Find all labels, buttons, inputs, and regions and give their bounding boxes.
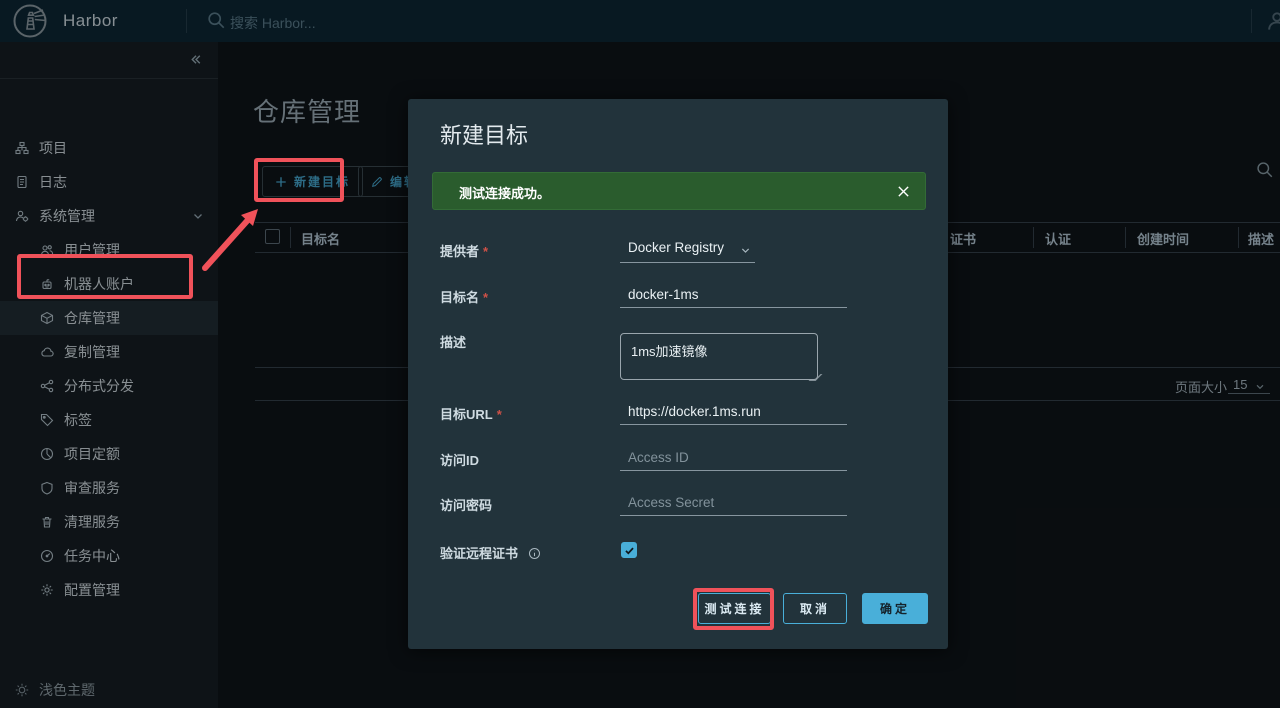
close-icon[interactable]	[897, 185, 910, 198]
ok-button[interactable]: 确定	[862, 593, 928, 624]
description-label: 描述	[440, 332, 466, 351]
harbor-app: Harbor 搜索 Harbor... 项目 日志	[0, 0, 1280, 708]
alert-message: 测试连接成功。	[459, 183, 550, 202]
access-id-input[interactable]	[620, 445, 847, 471]
target-name-label: 目标名*	[440, 287, 488, 306]
target-name-input[interactable]	[620, 282, 847, 308]
required-marker: *	[483, 244, 488, 259]
verify-cert-checkbox[interactable]	[621, 542, 637, 558]
modal-title: 新建目标	[440, 118, 528, 150]
required-marker: *	[497, 407, 502, 422]
verify-cert-label: 验证远程证书	[440, 543, 541, 562]
provider-label: 提供者*	[440, 241, 488, 260]
success-alert: 测试连接成功。	[432, 172, 926, 210]
provider-select[interactable]: Docker Registry	[620, 237, 755, 263]
chevron-down-icon	[740, 245, 751, 256]
access-secret-input[interactable]	[620, 490, 847, 516]
required-marker: *	[483, 290, 488, 305]
description-textarea[interactable]: 1ms加速镜像	[620, 333, 818, 380]
target-url-label: 目标URL*	[440, 404, 502, 423]
target-url-input[interactable]	[620, 399, 847, 425]
info-icon	[528, 547, 541, 560]
provider-selected-value: Docker Registry	[628, 240, 724, 255]
access-id-label: 访问ID	[440, 450, 479, 469]
cancel-button[interactable]: 取消	[783, 593, 847, 624]
test-connection-button[interactable]: 测试连接	[698, 593, 771, 624]
check-icon	[624, 545, 635, 556]
new-target-modal: 新建目标 测试连接成功。 提供者* Docker Registry 目标名* 描…	[408, 99, 948, 649]
access-secret-label: 访问密码	[440, 495, 492, 514]
